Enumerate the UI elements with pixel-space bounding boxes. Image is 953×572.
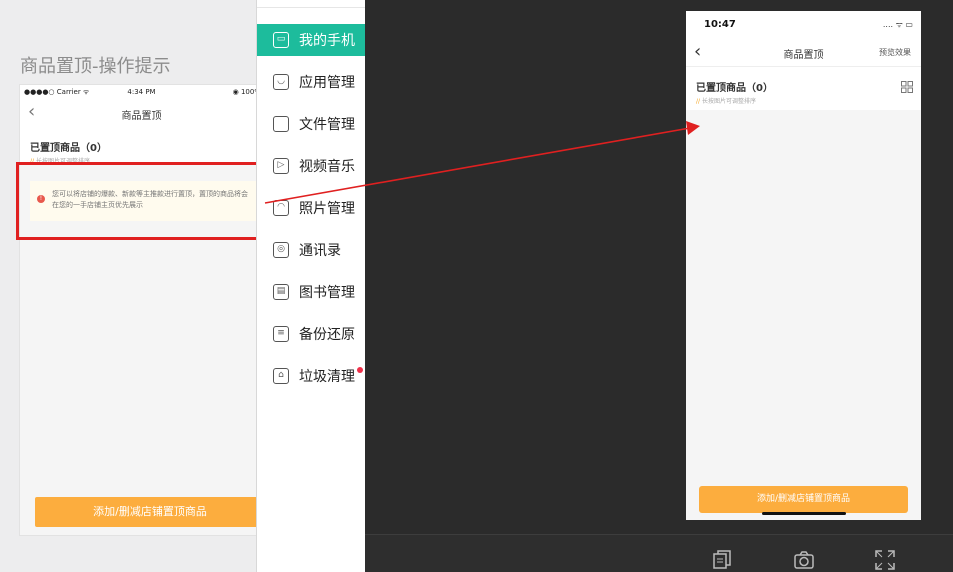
phone-nav-bar: ‹ 商品置顶 预览效果 (686, 39, 921, 67)
mockup-status-bar: ●●●●○ Carrier ᯤ 4:34 PM ◉ 100% (20, 85, 263, 99)
folder-icon (273, 116, 289, 132)
home-indicator (762, 512, 846, 515)
phone-hint-text: 长按图片可调整排序 (701, 98, 756, 105)
preview-effect-button[interactable]: 预览效果 (879, 47, 911, 58)
sidebar-item-label: 备份还原 (299, 327, 355, 343)
signal-icons: .... ᯤ ▭ (882, 20, 913, 29)
sidebar-item-books[interactable]: ▤ 图书管理 (257, 276, 366, 308)
grid-icon[interactable] (901, 81, 913, 93)
sidebar-item-my-phone[interactable]: ▭ 我的手机 (257, 24, 366, 56)
add-top-products-button[interactable]: 添加/删减店铺置顶商品 (699, 486, 908, 513)
bag-icon: ◡ (273, 74, 289, 90)
contacts-icon: ◎ (273, 242, 289, 258)
sidebar-item-label: 通讯录 (299, 243, 341, 259)
image-icon: ◠ (273, 200, 289, 216)
sidebar-item-label: 照片管理 (299, 201, 355, 217)
mockup-section-title: 已置顶商品（0） (30, 143, 107, 154)
sidebar-top-bar (257, 0, 365, 8)
book-icon: ▤ (273, 284, 289, 300)
preview-toolbar (365, 534, 953, 572)
sidebar-item-photos[interactable]: ◠ 照片管理 (257, 192, 366, 224)
notification-dot (357, 367, 363, 373)
mockup-nav-bar: ‹ 商品置顶 (20, 99, 263, 127)
mockup-phone: ●●●●○ Carrier ᯤ 4:34 PM ◉ 100% ‹ 商品置顶 已置… (19, 84, 264, 536)
sidebar-item-cleanup[interactable]: ⌂ 垃圾清理 (257, 360, 366, 392)
preview-phone: 10:47 .... ᯤ ▭ ‹ 商品置顶 预览效果 已置顶商品（0） // 长… (686, 11, 921, 520)
design-canvas: 商品置顶-操作提示 ●●●●○ Carrier ᯤ 4:34 PM ◉ 100%… (0, 0, 265, 572)
sidebar-item-label: 我的手机 (299, 33, 355, 49)
mockup-add-button: 添加/删减店铺置顶商品 (35, 497, 263, 527)
sidebar-item-contacts[interactable]: ◎ 通讯录 (257, 234, 366, 266)
broom-icon: ⌂ (273, 368, 289, 384)
phone-status-bar: 10:47 .... ᯤ ▭ (686, 11, 921, 39)
mockup-time: 4:34 PM (127, 88, 156, 96)
play-icon: ▷ (273, 158, 289, 174)
copy-icon[interactable] (711, 549, 733, 571)
camera-icon[interactable] (793, 549, 815, 571)
sidebar-item-label: 图书管理 (299, 285, 355, 301)
sidebar-item-label: 视频音乐 (299, 159, 355, 175)
sidebar-item-apps[interactable]: ◡ 应用管理 (257, 66, 366, 98)
sidebar: ▭ 我的手机 ◡ 应用管理 文件管理 ▷ 视频音乐 ◠ 照片管理 ◎ 通讯录 ▤… (256, 0, 366, 572)
phone-section-header: 已置顶商品（0） // 长按图片可调整排序 (686, 67, 921, 110)
sidebar-item-backup[interactable]: ≡ 备份还原 (257, 318, 366, 350)
highlight-box (16, 162, 265, 240)
mockup-nav-title: 商品置顶 (121, 111, 162, 122)
backup-icon: ≡ (273, 326, 289, 342)
phone-section-hint: // 长按图片可调整排序 (696, 96, 921, 105)
phone-icon: ▭ (273, 32, 289, 48)
sidebar-item-label: 应用管理 (299, 75, 355, 91)
preview-area: 10:47 .... ᯤ ▭ ‹ 商品置顶 预览效果 已置顶商品（0） // 长… (365, 0, 953, 572)
phone-section-title: 已置顶商品（0） (696, 83, 773, 94)
mockup-section-header: 已置顶商品（0） // 长按图片可调整排序 (20, 127, 263, 165)
fullscreen-icon[interactable] (874, 549, 896, 571)
sidebar-item-label: 文件管理 (299, 117, 355, 133)
sidebar-item-video-music[interactable]: ▷ 视频音乐 (257, 150, 366, 182)
phone-hint-mark: // (696, 98, 701, 105)
sidebar-item-label: 垃圾清理 (299, 369, 355, 385)
phone-time: 10:47 (704, 19, 736, 30)
design-title: 商品置顶-操作提示 (20, 56, 171, 77)
sidebar-item-files[interactable]: 文件管理 (257, 108, 366, 140)
